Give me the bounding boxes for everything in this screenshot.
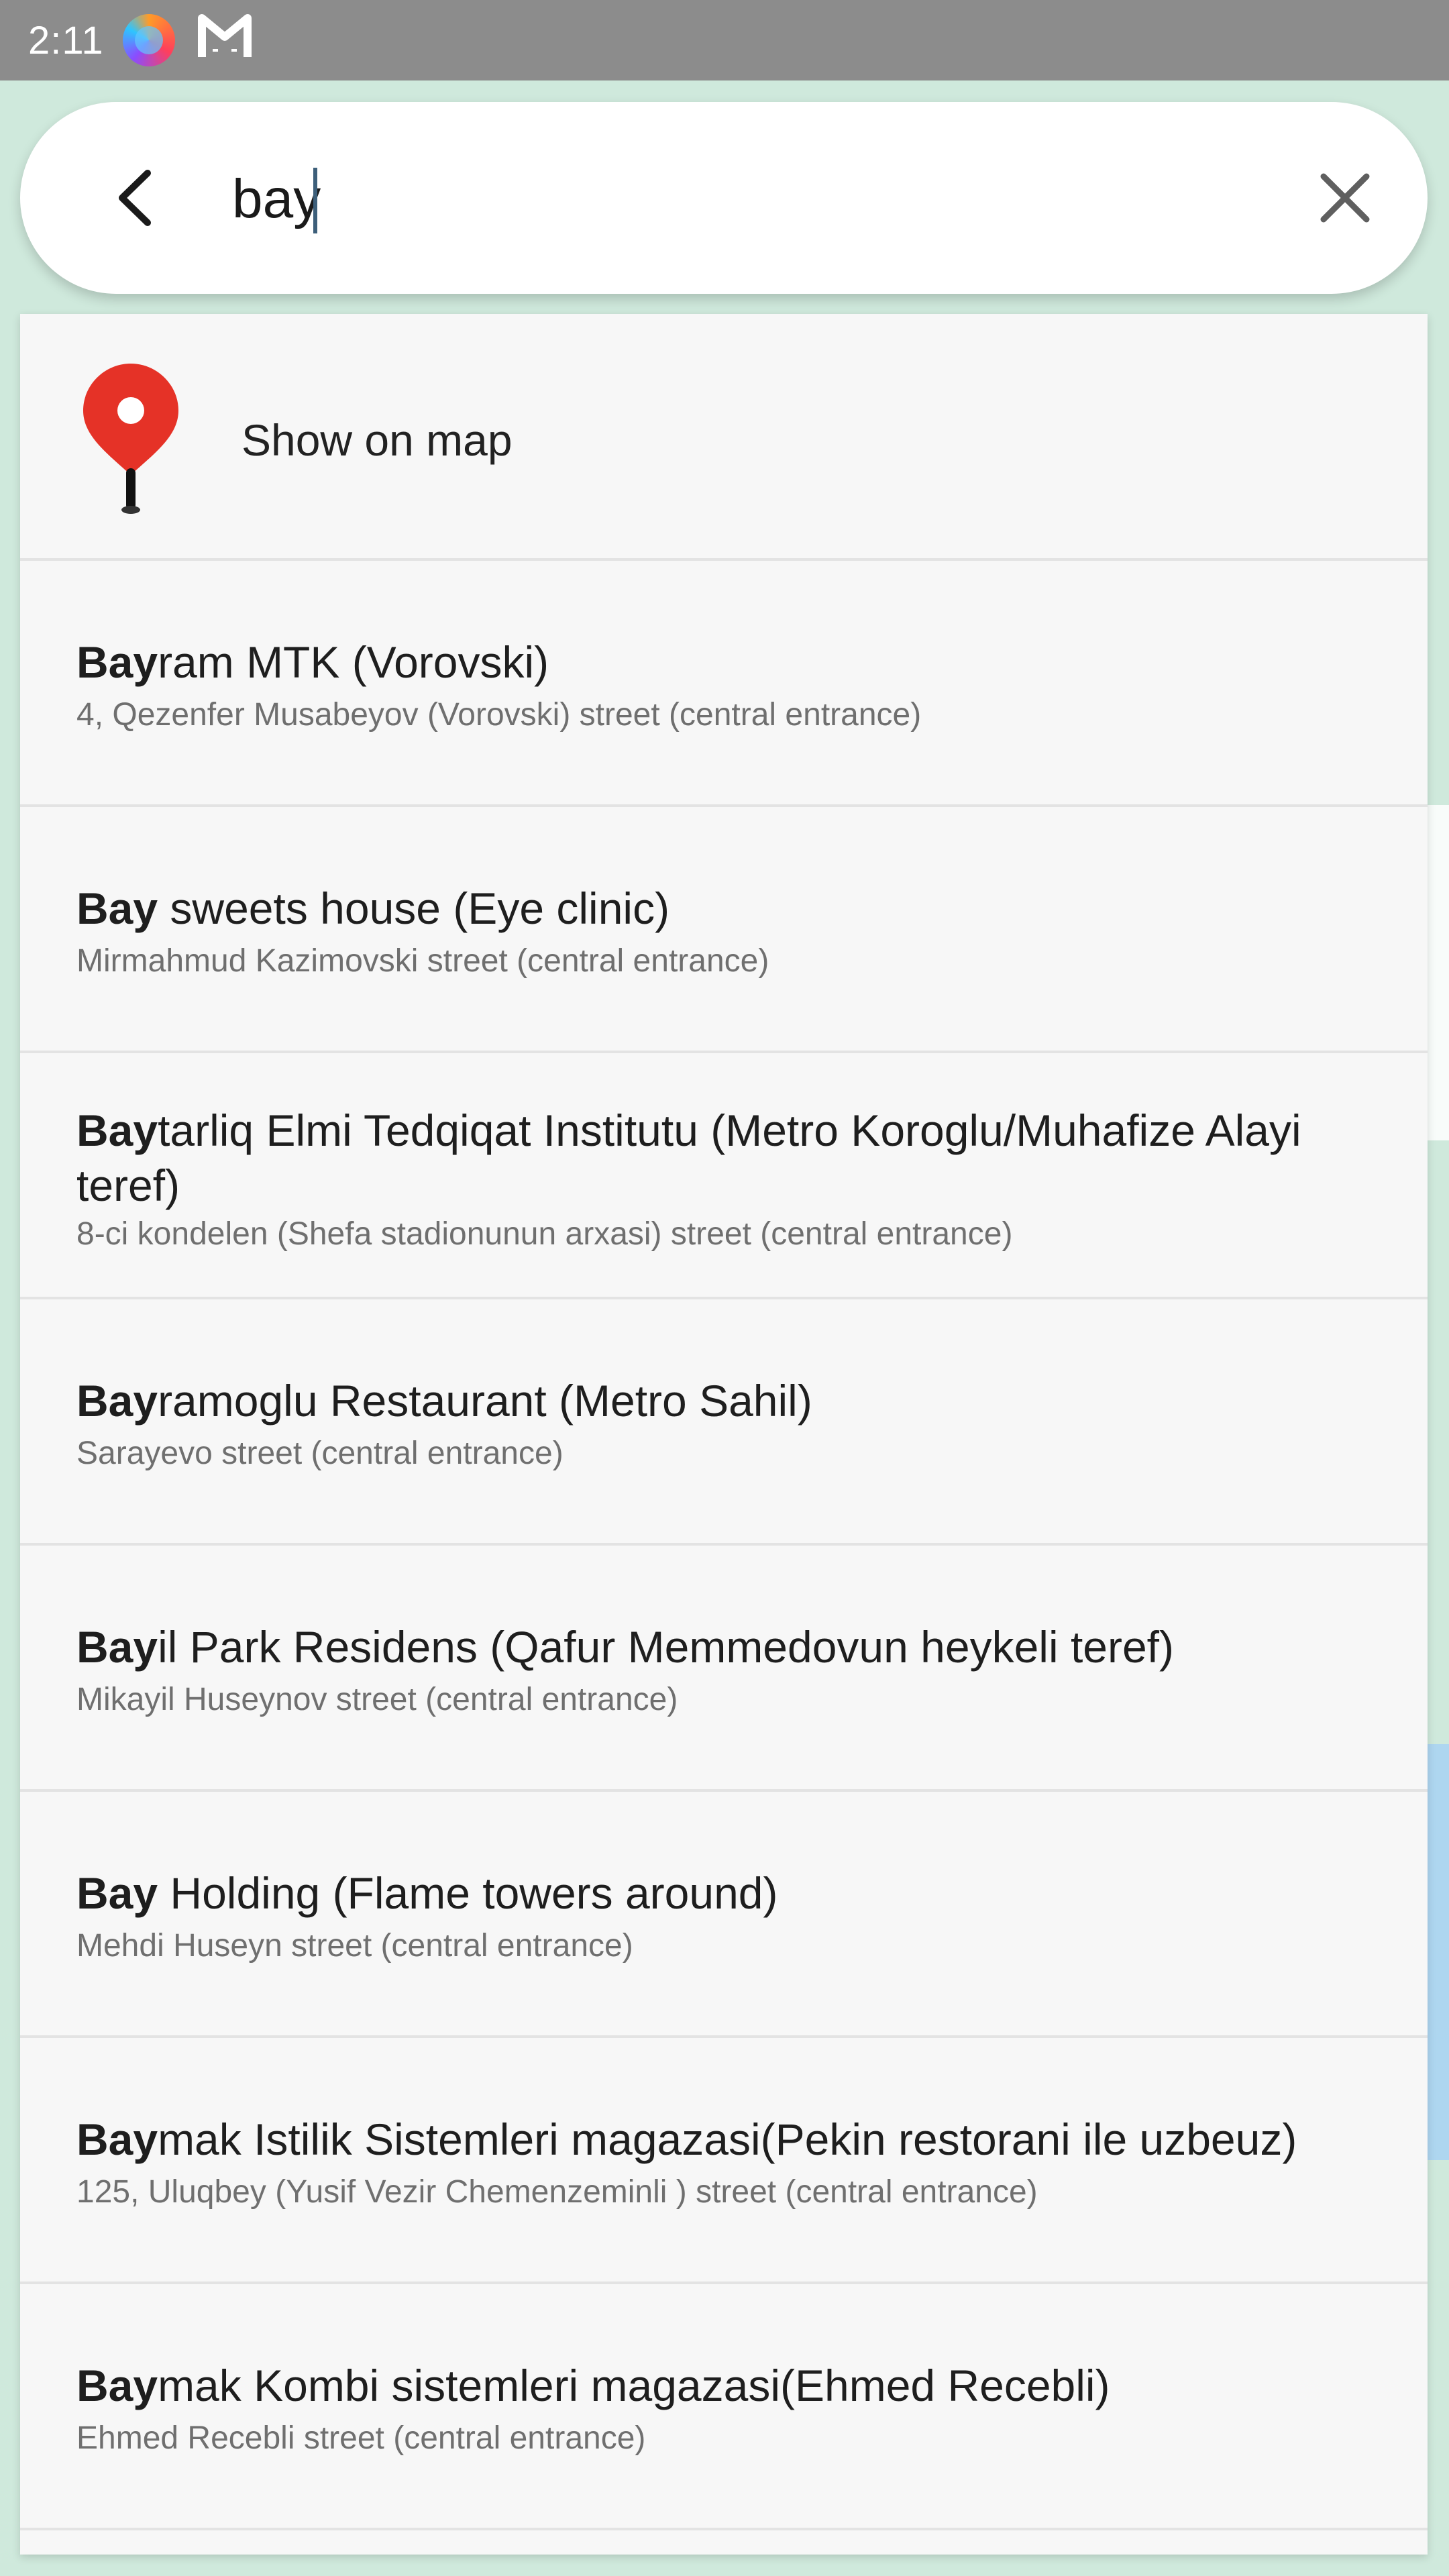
result-title-rest: sweets house (Eye clinic): [158, 883, 670, 933]
show-on-map-row[interactable]: Show on map: [20, 314, 1428, 561]
result-title-rest: ram MTK (Vorovski): [158, 637, 549, 687]
result-title-rest: mak Kombi sistemleri magazasi(Ehmed Rece…: [158, 2361, 1110, 2410]
result-title-match: Bay: [76, 2114, 158, 2164]
result-title-match: Bay: [76, 1106, 158, 1155]
result-title-match: Bay: [76, 1868, 158, 1918]
result-subtitle: Mehdi Huseyn street (central entrance): [76, 1928, 633, 1964]
result-title-rest: Holding (Flame towers around): [158, 1868, 778, 1918]
result-title-match: Bay: [76, 2361, 158, 2410]
result-item[interactable]: Bayramoglu Restaurant (Metro Sahil) Sara…: [20, 1299, 1428, 1546]
result-item[interactable]: Bayram MTK (Vorovski) 4, Qezenfer Musabe…: [20, 561, 1428, 807]
firefox-icon: [122, 14, 175, 66]
result-item[interactable]: Baymak Istilik Sistemleri magazasi(Pekin…: [20, 2038, 1428, 2284]
result-title: Baytarliq Elmi Tedqiqat Institutu (Metro…: [76, 1103, 1387, 1213]
result-subtitle: 125, Uluqbey (Yusif Vezir Chemenzeminli …: [76, 2174, 1038, 2210]
map-pin-icon: [83, 364, 178, 514]
back-arrow-icon: [119, 170, 151, 226]
status-time: 2:11: [28, 18, 104, 62]
result-title-match: Bay: [76, 1622, 158, 1672]
close-icon: [1320, 173, 1370, 223]
result-title-rest: ramoglu Restaurant (Metro Sahil): [158, 1376, 812, 1426]
results-panel: Show on map Bayram MTK (Vorovski) 4, Qez…: [20, 314, 1428, 2555]
search-input[interactable]: [232, 162, 1279, 236]
result-item[interactable]: Baymak Kombi sistemleri magazasi(Ehmed R…: [20, 2284, 1428, 2530]
result-subtitle: Mirmahmud Kazimovski street (central ent…: [76, 943, 769, 979]
result-title: Bayram MTK (Vorovski): [76, 635, 1387, 690]
result-title-rest: il Park Residens (Qafur Memmedovun heyke…: [158, 1622, 1174, 1672]
result-item[interactable]: Bayil Park Residens (Qafur Memmedovun he…: [20, 1546, 1428, 1792]
result-subtitle: Mikayil Huseynov street (central entranc…: [76, 1682, 678, 1717]
result-subtitle: 4, Qezenfer Musabeyov (Vorovski) street …: [76, 697, 922, 733]
result-title-match: Bay: [76, 637, 158, 687]
result-subtitle: 8-ci kondelen (Shefa stadionunun arxasi)…: [76, 1216, 1013, 1252]
result-title-rest: mak Istilik Sistemleri magazasi(Pekin re…: [158, 2114, 1297, 2164]
result-item[interactable]: Baytarliq Elmi Tedqiqat Institutu (Metro…: [20, 1053, 1428, 1299]
result-title: Baymak Kombi sistemleri magazasi(Ehmed R…: [76, 2358, 1387, 2413]
show-on-map-label: Show on map: [241, 415, 513, 465]
result-subtitle: Ehmed Recebli street (central entrance): [76, 2420, 646, 2456]
result-title: Bayil Park Residens (Qafur Memmedovun he…: [76, 1619, 1387, 1674]
result-title-match: Bay: [76, 883, 158, 933]
result-title: Bay sweets house (Eye clinic): [76, 881, 1387, 936]
result-title: Bayramoglu Restaurant (Metro Sahil): [76, 1373, 1387, 1428]
mail-cat-icon: [197, 13, 252, 68]
result-title: Baymak Istilik Sistemleri magazasi(Pekin…: [76, 2112, 1387, 2167]
result-title-rest: tarliq Elmi Tedqiqat Institutu (Metro Ko…: [76, 1106, 1301, 1210]
result-item[interactable]: Bay Holding (Flame towers around) Mehdi …: [20, 1792, 1428, 2038]
status-bar: 2:11: [0, 0, 1449, 80]
search-bar: [20, 102, 1428, 294]
text-cursor: [313, 168, 317, 233]
clear-button[interactable]: [1303, 156, 1387, 240]
result-title: Bay Holding (Flame towers around): [76, 1866, 1387, 1921]
result-item[interactable]: Bay sweets house (Eye clinic) Mirmahmud …: [20, 807, 1428, 1053]
back-button[interactable]: [94, 156, 178, 240]
result-subtitle: Sarayevo street (central entrance): [76, 1436, 564, 1471]
result-title-match: Bay: [76, 1376, 158, 1426]
